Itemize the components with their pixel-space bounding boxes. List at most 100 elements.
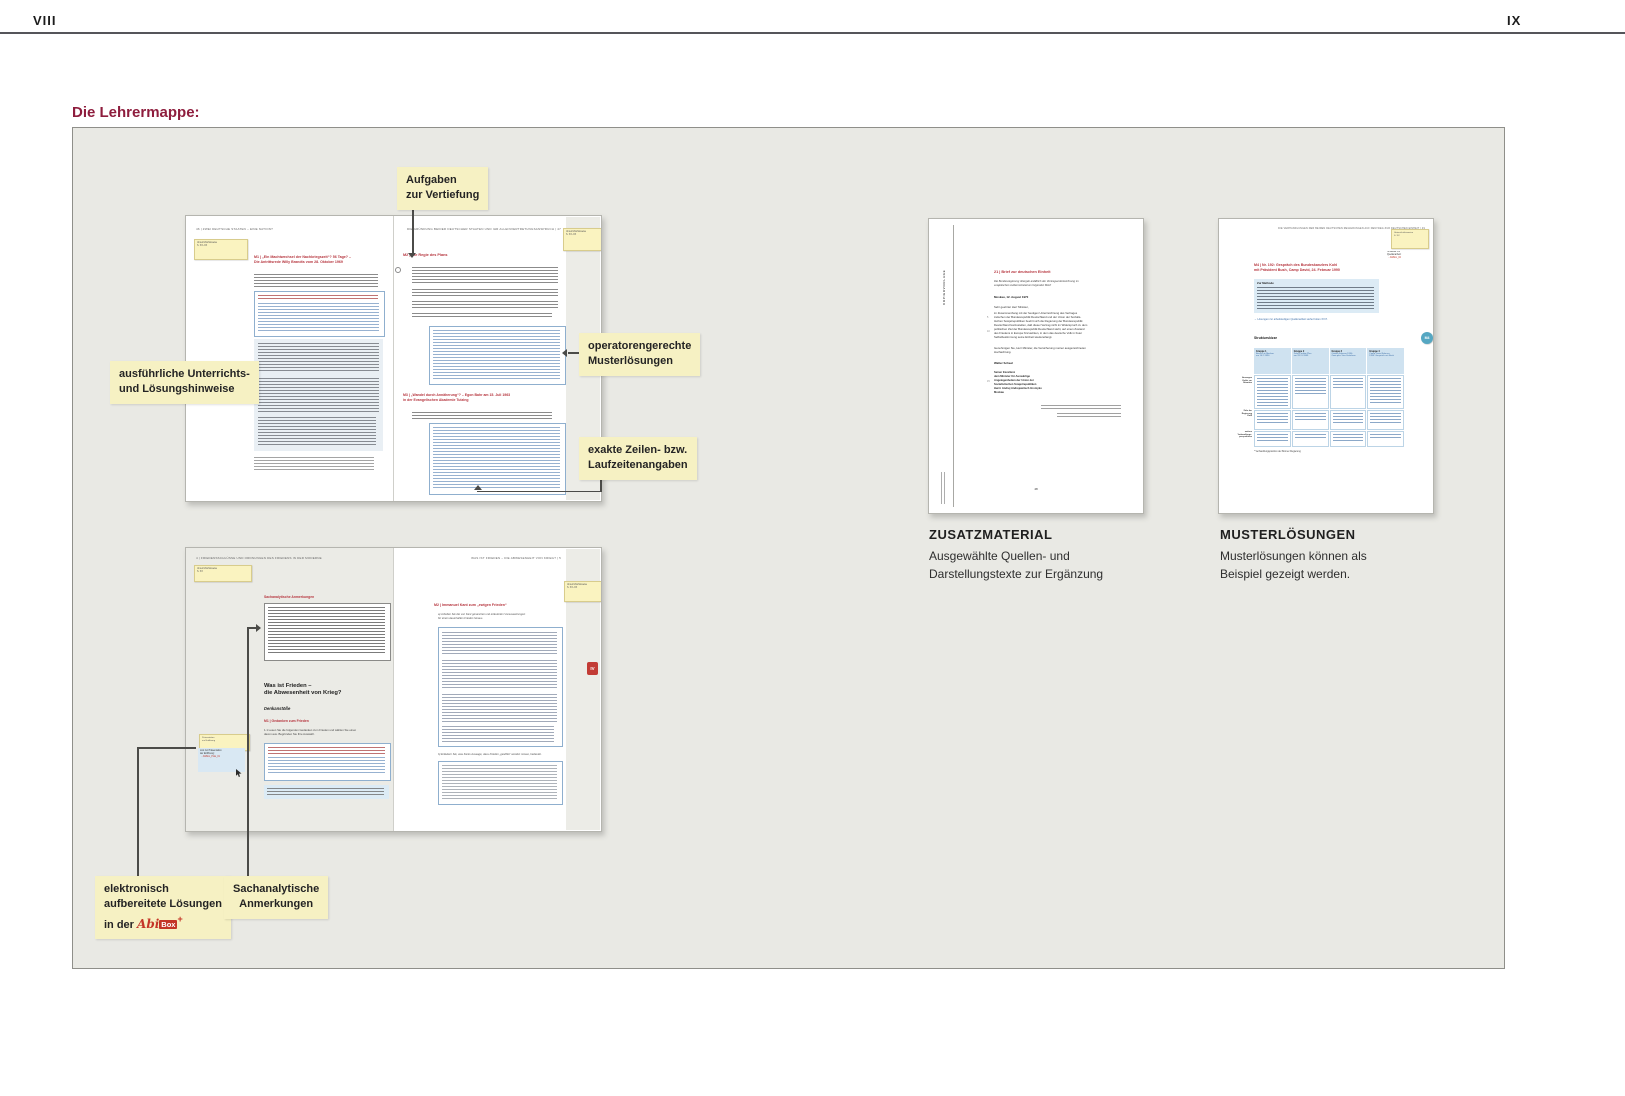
callout-musterloesungen: operatorengerechte Musterlösungen	[579, 333, 700, 376]
table-cell-lines	[1295, 378, 1326, 395]
mini-source-lines	[1041, 405, 1121, 410]
table-cell	[1254, 375, 1291, 409]
abibox-logo-box: Box	[159, 920, 177, 929]
spread-gutter	[393, 548, 394, 831]
mini-hints-block	[254, 339, 383, 451]
mini-kant-lines	[442, 726, 554, 742]
header-rule	[0, 32, 1625, 34]
table-cell-lines	[1333, 434, 1364, 441]
mini-kant-lines	[442, 660, 557, 690]
mini-source-lines	[1057, 413, 1121, 418]
connector-sachanalytisch-arrow	[256, 624, 261, 632]
table-header-cell: Gruppe 4Camp David Februar 1990: Gespräc…	[1367, 348, 1404, 374]
mini-brief-date: Moskau, 12. August 1970	[994, 295, 1028, 299]
mini-zitate-box	[264, 743, 391, 781]
mini-denkanstoesse: Denkanstöße	[264, 706, 290, 711]
table-cell-lines	[1333, 413, 1364, 425]
connector-laufzeiten-h	[477, 491, 601, 493]
mini-margin-note: Hinweise zur Quellenarbeit: → AbiBox_02	[1387, 251, 1429, 285]
table-cell	[1292, 431, 1329, 447]
musterloesungen-page: DIE VERHANDLUNGEN DER BEIDEN DEUTSCHEN R…	[1218, 218, 1434, 514]
spread-aufgabenseiten: 46 | ZWEI DEUTSCHE STAATEN – EINE NATION…	[185, 215, 602, 502]
connector-elektronisch-v	[137, 747, 139, 877]
mini-kant-text-box	[438, 627, 563, 747]
mini-sachanalytisch-box	[264, 603, 391, 661]
line-number-5: 5	[987, 316, 988, 319]
zusatzmaterial-page: KOPIERVORLAGE 21 | Brief zur deutschen E…	[928, 218, 1144, 514]
folio-left: VIII	[33, 13, 57, 28]
mini-zitate-lines-blue	[268, 757, 385, 775]
callout-sachanalytisch: Sachanalytische Anmerkungen	[224, 876, 328, 919]
table-cell-lines	[1295, 434, 1326, 440]
table-cell-lines	[1257, 413, 1288, 424]
mini-note-lines	[254, 457, 374, 472]
callout-hinweise: ausführliche Unterrichts- und Lösungshin…	[110, 361, 259, 404]
table-cell-lines	[1370, 413, 1401, 425]
mini-hints-lines	[258, 343, 379, 373]
cursor-icon	[236, 769, 242, 777]
mini-was-ist-frieden-heading: Was ist Frieden – die Abwesenheit von Kr…	[264, 683, 386, 700]
table-cell	[1254, 410, 1291, 430]
mini-task-text	[412, 412, 552, 419]
folio-right: IX	[1507, 13, 1521, 28]
table-cell-lines	[1295, 413, 1326, 421]
spread-gutter	[393, 216, 394, 501]
mini-abibox-link-red: → AbiBox_Präs_01	[200, 756, 243, 759]
mini-solution-lines-red	[258, 295, 378, 301]
callout-laufzeiten: exakte Zeilen- bzw. Laufzeitenangaben	[579, 437, 697, 480]
sticky-note: Unterrichtshinweise S. XX–XX	[194, 239, 248, 260]
table-header-cell: Gruppe 1Besuch in Moskau am 10.2.1990	[1254, 348, 1291, 374]
mini-kant-text-box-2	[438, 761, 563, 805]
mini-brief-salutation: Sehr geehrter Herr Minister,	[994, 305, 1029, 309]
mini-musterloesung-lines	[433, 330, 560, 379]
sticky-note: Unterrichtshinweise S. XX–XX	[563, 228, 602, 251]
mini-hints-lines	[258, 378, 379, 412]
sticky-note: Unterrichtshinweise S. XX–XX	[564, 581, 602, 602]
table-group-desc: Besuch in Moskau am 10.2.1990	[1256, 353, 1289, 359]
mini-tint-box	[264, 785, 389, 799]
mini-brief-address: Seiner Exzellenz dem Minister für Auswär…	[994, 371, 1121, 398]
line-number-15: 15	[987, 380, 990, 383]
mini-task-a: a) Arbeiten Sie die von Kant genannten u…	[438, 613, 561, 623]
table-cell	[1330, 375, 1367, 409]
mini-brief-intro: Die Bundesregierung übergab anläßlich de…	[994, 280, 1121, 289]
table-cell	[1330, 431, 1367, 447]
mini-musterloesung-box	[429, 326, 566, 385]
connector-musterloesungen-arrow	[562, 349, 567, 357]
mini-brief-signature: Walter Scheel	[994, 361, 1013, 365]
connector-laufzeiten-arrow	[474, 485, 482, 490]
mini-task-b	[412, 289, 558, 297]
mini-brief-closing: Genehmigen Sie, Herr Minister, die Versi…	[994, 346, 1121, 355]
mini-brief-body: im Zusammenhang mit der heutigen Unterze…	[994, 311, 1121, 341]
mini-musterloesung-lines	[433, 427, 560, 489]
mini-abibox-reference: → Lösungen zur arbeitsteiligen Quellenar…	[1254, 318, 1384, 321]
mini-gruppen-table: Gruppe 1Besuch in Moskau am 10.2.1990 Gr…	[1254, 348, 1404, 447]
table-group-desc: Zehn-Punkte-Plan am 28.11.1989	[1294, 353, 1327, 359]
mini-zitate-lines-red	[268, 747, 385, 755]
table-cell	[1292, 410, 1329, 430]
mini-heading-m3: M3 | „Wandel durch Annäherung“? – Egon B…	[403, 393, 563, 404]
margin-rule	[953, 225, 954, 507]
mini-task-c	[412, 301, 558, 309]
table-cell	[1254, 431, 1291, 447]
zusatzmaterial-title: ZUSATZMATERIAL	[929, 527, 1053, 542]
sticky-note: Unterrichtshinweise S. XX	[1391, 229, 1429, 249]
mini-task-1-1: 1.1 Lesen Sie die folgenden Gedanken zum…	[264, 729, 389, 739]
material-badge: M4	[1421, 332, 1433, 344]
table-row-label: weitere Verhandlungs- perspektiven	[1221, 431, 1252, 439]
table-cell	[1367, 375, 1404, 409]
mini-methode-lines	[1257, 287, 1374, 309]
abibox-logo-abi: Abi	[137, 917, 159, 931]
callout-elektronisch: elektronisch aufbereitete Lösungen in de…	[95, 876, 231, 939]
mini-methode-box: Zur Methode	[1254, 279, 1379, 313]
mini-tint-lines	[267, 788, 384, 796]
mini-heading-m4: M4 | Nr. 192: Gespräch des Bundeskanzler…	[1254, 263, 1406, 274]
mini-task-d	[412, 313, 552, 318]
line-number-10: 10	[987, 330, 990, 333]
mini-task-b: b) Erläutern Sie, was Kants Aussage, das…	[438, 753, 561, 758]
mini-page-header: 4 | FRIEDENSSCHLÜSSE UND ORDNUNGEN DES F…	[196, 556, 386, 560]
table-row-label: Ziele der Regierung Kohl	[1221, 410, 1252, 418]
mini-table-footnote: * Verhandlungsposition der Bonner Regier…	[1254, 451, 1301, 453]
connector-sachanalytisch-v	[247, 627, 249, 877]
mini-kant-lines	[442, 694, 557, 722]
